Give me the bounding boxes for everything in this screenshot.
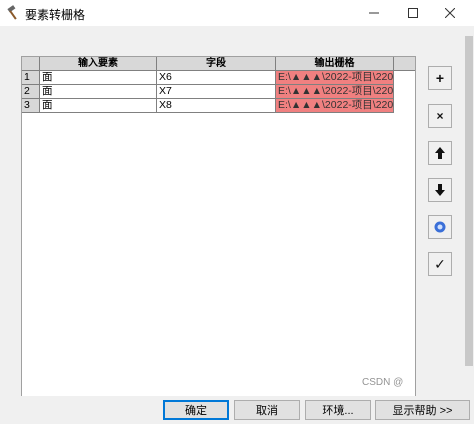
help-button[interactable] [428, 215, 452, 239]
field-cell[interactable]: X7 [157, 85, 276, 99]
add-row-button[interactable]: + [428, 66, 452, 90]
validate-button[interactable]: ✓ [428, 252, 452, 276]
environments-button[interactable]: 环境... [305, 400, 371, 420]
show-help-button[interactable]: 显示帮助 >> [375, 400, 470, 420]
output-raster-cell[interactable]: E:\▲▲▲\2022-项目\22021 [276, 99, 394, 113]
watermark: CSDN @ [362, 377, 404, 388]
dialog-body: 输入要素 字段 输出栅格 1 面 X6 E:\▲▲▲\2022-项目\22021… [0, 26, 474, 424]
move-up-button[interactable] [428, 141, 452, 165]
grid-corner [22, 57, 40, 71]
column-header-extra [394, 57, 415, 71]
table-row[interactable]: 2 面 X7 E:\▲▲▲\2022-项目\22021 [22, 85, 394, 99]
input-feature-cell[interactable]: 面 [40, 99, 157, 113]
down-arrow-icon [435, 184, 445, 196]
field-cell[interactable]: X6 [157, 71, 276, 85]
vertical-scrollbar[interactable] [463, 32, 474, 374]
x-icon: × [436, 109, 444, 123]
minimize-button[interactable] [364, 3, 384, 23]
parameter-grid[interactable]: 输入要素 字段 输出栅格 1 面 X6 E:\▲▲▲\2022-项目\22021… [21, 56, 416, 416]
table-row[interactable]: 1 面 X6 E:\▲▲▲\2022-项目\22021 [22, 71, 394, 85]
up-arrow-icon [435, 147, 445, 159]
output-raster-cell[interactable]: E:\▲▲▲\2022-项目\22021 [276, 85, 394, 99]
window-title: 要素转栅格 [25, 8, 86, 22]
hammer-icon [7, 5, 17, 20]
move-down-button[interactable] [428, 178, 452, 202]
row-number[interactable]: 3 [22, 99, 40, 113]
column-header-output[interactable]: 输出栅格 [276, 57, 394, 71]
close-icon [445, 8, 455, 18]
close-button[interactable] [440, 3, 460, 23]
grid-header: 输入要素 字段 输出栅格 [22, 57, 415, 71]
input-feature-cell[interactable]: 面 [40, 85, 157, 99]
cancel-button[interactable]: 取消 [234, 400, 300, 420]
table-row[interactable]: 3 面 X8 E:\▲▲▲\2022-项目\22021 [22, 99, 394, 113]
input-feature-cell[interactable]: 面 [40, 71, 157, 85]
grid-rows: 1 面 X6 E:\▲▲▲\2022-项目\22021 2 面 X7 E:\▲▲… [22, 71, 394, 113]
output-raster-cell[interactable]: E:\▲▲▲\2022-项目\22021 [276, 71, 394, 85]
plus-icon: + [435, 70, 445, 86]
field-cell[interactable]: X8 [157, 99, 276, 113]
row-number[interactable]: 2 [22, 85, 40, 99]
title-bar: 要素转栅格 [0, 0, 474, 26]
remove-row-button[interactable]: × [428, 104, 452, 128]
minimize-icon [369, 12, 379, 14]
maximize-icon [408, 8, 418, 18]
check-icon: ✓ [434, 255, 446, 272]
column-header-field[interactable]: 字段 [157, 57, 276, 71]
ok-button[interactable]: 确定 [163, 400, 229, 420]
row-number[interactable]: 1 [22, 71, 40, 85]
help-icon [434, 221, 446, 233]
column-header-input[interactable]: 输入要素 [40, 57, 157, 71]
vertical-scroll-thumb[interactable] [465, 36, 473, 366]
maximize-button[interactable] [403, 3, 423, 23]
button-bar: 确定 取消 环境... 显示帮助 >> [0, 396, 474, 424]
